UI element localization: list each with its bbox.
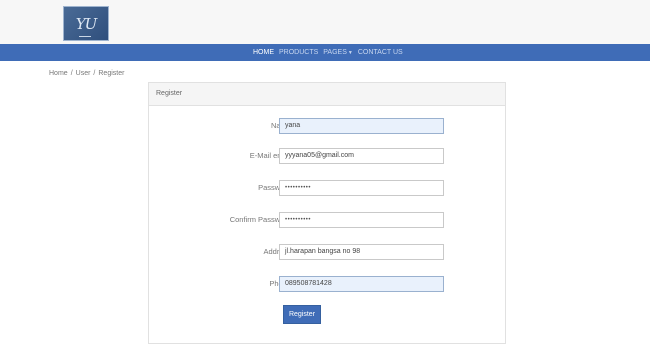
logo-text: YU xyxy=(75,14,98,33)
breadcrumb: Home / User / Register xyxy=(49,70,124,77)
form-row-confirm-password: Confirm Password •••••••••• xyxy=(149,212,505,228)
breadcrumb-home[interactable]: Home xyxy=(49,70,68,77)
breadcrumb-separator: / xyxy=(93,70,96,77)
password-field[interactable]: •••••••••• xyxy=(279,180,444,196)
form-row-password: Password •••••••••• xyxy=(149,180,505,196)
name-field[interactable]: yana xyxy=(279,118,444,134)
chevron-down-icon: ▼ xyxy=(347,50,353,56)
phone-field[interactable]: 089508781428 xyxy=(279,276,444,292)
form-row-name: Name yana xyxy=(149,118,505,134)
register-button[interactable]: Register xyxy=(283,305,321,324)
nav-item-pages-label: PAGES xyxy=(323,49,347,56)
register-panel: Register Name yana E-Mail email yyyana05… xyxy=(148,82,506,344)
breadcrumb-separator: / xyxy=(70,70,73,77)
address-field[interactable]: jl.harapan bangsa no 98 xyxy=(279,244,444,260)
confirm-password-field[interactable]: •••••••••• xyxy=(279,212,444,228)
nav-item-contact-us[interactable]: CONTACT US xyxy=(358,49,403,56)
email-field[interactable]: yyyana05@gmail.com xyxy=(279,148,444,164)
main-navbar: HOME PRODUCTS PAGES▼ CONTACT US xyxy=(0,44,650,61)
nav-item-home[interactable]: HOME xyxy=(253,49,274,56)
panel-title: Register xyxy=(149,83,505,106)
form-row-email: E-Mail email yyyana05@gmail.com xyxy=(149,148,505,164)
logo-underline xyxy=(79,36,91,37)
nav-menu: HOME PRODUCTS PAGES▼ CONTACT US xyxy=(253,44,403,61)
form-row-address: Address jl.harapan bangsa no 98 xyxy=(149,244,505,260)
nav-item-pages[interactable]: PAGES▼ xyxy=(323,49,353,56)
form-row-phone: Phone 089508781428 xyxy=(149,276,505,292)
breadcrumb-register: Register xyxy=(98,70,125,77)
breadcrumb-user[interactable]: User xyxy=(76,70,91,77)
top-header: YU xyxy=(0,0,650,44)
nav-item-products[interactable]: PRODUCTS xyxy=(279,49,318,56)
